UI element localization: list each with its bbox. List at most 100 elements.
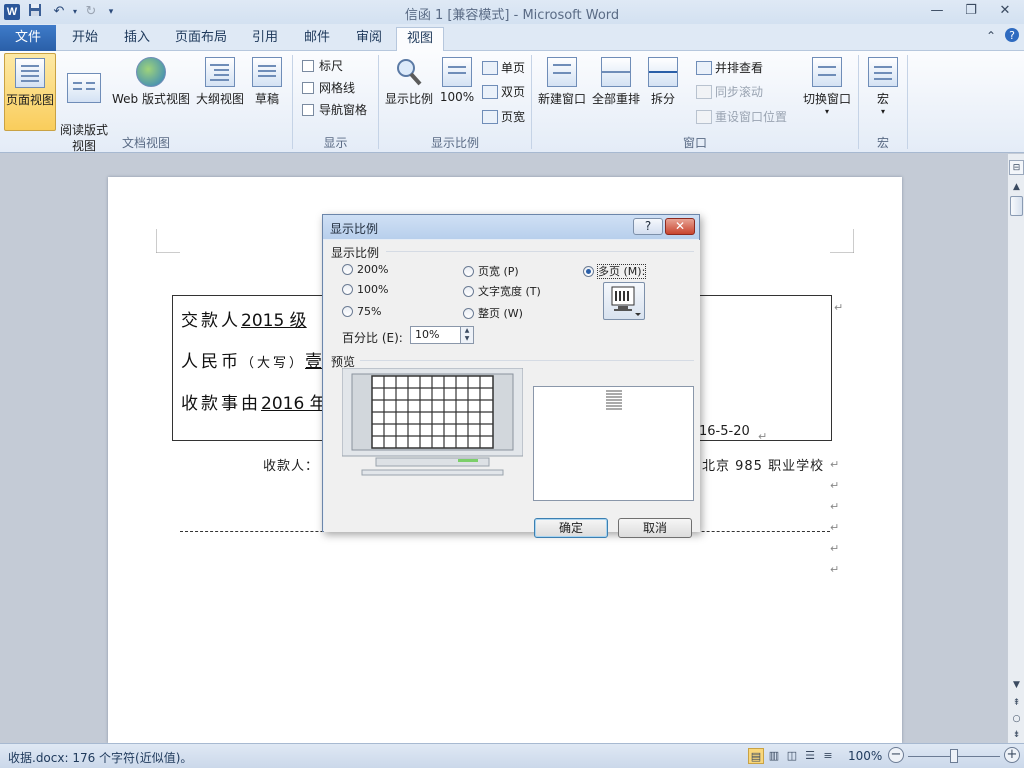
margin-corner-top-left xyxy=(156,229,180,253)
tab-file[interactable]: 文件 xyxy=(0,25,56,51)
tab-home[interactable]: 开始 xyxy=(62,27,108,51)
full-screen-reading-button[interactable]: 阅读版式 视图 xyxy=(58,53,110,153)
radio-page-width-button[interactable] xyxy=(463,266,474,277)
radio-100-button[interactable] xyxy=(342,284,353,295)
status-print-layout-icon[interactable]: ▤ xyxy=(748,748,764,764)
draft-button[interactable]: 草稿 xyxy=(248,53,286,131)
dialog-help-button[interactable]: ? xyxy=(633,218,663,235)
scroll-thumb[interactable] xyxy=(1010,196,1023,216)
browse-object-icon[interactable]: ○ xyxy=(1009,712,1024,727)
page-100-icon xyxy=(442,57,472,87)
scroll-up-icon[interactable]: ▲ xyxy=(1009,180,1024,195)
gridlines-label: 网格线 xyxy=(319,81,356,95)
outline-button[interactable]: 大纲视图 xyxy=(194,53,246,131)
previous-page-icon[interactable]: ⇞ xyxy=(1009,696,1024,711)
minimize-ribbon-icon[interactable]: ⌃ xyxy=(986,29,996,43)
ribbon-tab-bar: 文件 开始 插入 页面布局 引用 邮件 审阅 视图 ⌃ ? xyxy=(0,24,1024,52)
radio-many-pages[interactable]: 多页 (M): xyxy=(583,263,647,279)
zoom-dialog[interactable]: 显示比例 ? ✕ 显示比例 200% 100% 75% 页宽 (P) 文字宽度 … xyxy=(322,214,700,538)
help-icon[interactable]: ? xyxy=(1004,27,1020,46)
dialog-body: 显示比例 200% 100% 75% 页宽 (P) 文字宽度 (T) 整页 (W… xyxy=(324,240,700,538)
macros-button[interactable]: 宏 ▾ xyxy=(864,53,902,131)
paragraph-mark: ↵ xyxy=(830,458,840,471)
radio-75-button[interactable] xyxy=(342,306,353,317)
restore-button[interactable]: ❐ xyxy=(958,2,984,20)
tab-page-layout[interactable]: 页面布局 xyxy=(166,27,236,51)
radio-100[interactable]: 100% xyxy=(342,283,388,299)
amount-uppercase-hint: （大写） xyxy=(241,356,306,371)
group-divider xyxy=(386,251,694,252)
gridlines-check-box[interactable] xyxy=(302,82,314,94)
tab-view[interactable]: 视图 xyxy=(396,27,444,52)
paragraph-mark: ↵ xyxy=(758,430,768,443)
close-window-button[interactable]: ✕ xyxy=(992,2,1018,20)
radio-page-width-label: 页宽 (P) xyxy=(478,265,519,278)
two-pages-button[interactable]: 双页 xyxy=(482,83,525,105)
percent-spinner[interactable]: ▲ ▼ xyxy=(460,326,474,344)
ok-button[interactable]: 确定 xyxy=(534,518,608,538)
zoom-button[interactable]: 显示比例 xyxy=(382,53,436,131)
percent-input[interactable]: 10% xyxy=(410,326,462,344)
radio-whole-page-button[interactable] xyxy=(463,308,474,319)
paragraph-mark: ↵ xyxy=(830,521,840,534)
radio-text-width-label: 文字宽度 (T) xyxy=(478,285,541,298)
radio-page-width[interactable]: 页宽 (P) xyxy=(463,263,519,279)
group-label-window: 窗口 xyxy=(682,136,707,150)
radio-many-pages-button[interactable] xyxy=(583,266,594,277)
cancel-button[interactable]: 取消 xyxy=(618,518,692,538)
split-button[interactable]: 拆分 xyxy=(644,53,682,131)
percent-label: 百分比 (E): xyxy=(342,331,403,345)
dialog-close-button[interactable]: ✕ xyxy=(665,218,695,235)
tab-insert[interactable]: 插入 xyxy=(114,27,160,51)
tab-mailings[interactable]: 邮件 xyxy=(294,27,340,51)
radio-200[interactable]: 200% xyxy=(342,263,388,279)
radio-text-width-button[interactable] xyxy=(463,286,474,297)
switch-windows-button[interactable]: 切换窗口 ▾ xyxy=(800,53,854,131)
zoom-100-button[interactable]: 100% xyxy=(438,53,476,131)
page-width-button[interactable]: 页宽 xyxy=(482,108,525,130)
navigation-pane-checkbox[interactable]: 导航窗格 xyxy=(302,101,367,121)
sync-scroll-button[interactable]: 同步滚动 xyxy=(696,83,763,105)
radio-text-width[interactable]: 文字宽度 (T) xyxy=(463,283,541,299)
zoom-out-button[interactable]: − xyxy=(888,747,904,763)
vertical-scrollbar[interactable]: ⊟ ▲ ▼ ⇞ ○ ⇟ xyxy=(1007,154,1024,743)
radio-200-label: 200% xyxy=(357,263,389,276)
page-preview-pane xyxy=(533,386,694,501)
print-layout-button[interactable]: 页面视图 xyxy=(4,53,56,131)
zoom-level[interactable]: 100% xyxy=(848,749,882,763)
payer-value: 2015 级 xyxy=(241,311,307,331)
tab-review[interactable]: 审阅 xyxy=(346,27,392,51)
scroll-down-icon[interactable]: ▼ xyxy=(1009,678,1024,693)
ruler-check-box[interactable] xyxy=(302,60,314,72)
one-page-button[interactable]: 单页 xyxy=(482,59,525,81)
print-layout-icon xyxy=(15,58,45,88)
navigation-pane-check-box[interactable] xyxy=(302,104,314,116)
group-divider xyxy=(360,360,694,361)
status-draft-icon[interactable]: ≡ xyxy=(820,748,836,764)
status-outline-icon[interactable]: ☰ xyxy=(802,748,818,764)
new-window-button[interactable]: 新建窗口 xyxy=(536,53,588,131)
zoom-slider-thumb[interactable] xyxy=(950,749,958,763)
next-page-icon[interactable]: ⇟ xyxy=(1009,728,1024,743)
reason-line: 收款事由2016 年 xyxy=(181,389,327,414)
radio-75[interactable]: 75% xyxy=(342,305,381,321)
status-reading-view-icon[interactable]: ▥ xyxy=(766,748,782,764)
radio-whole-page[interactable]: 整页 (W) xyxy=(463,305,523,321)
ruler-checkbox[interactable]: 标尺 xyxy=(302,57,343,77)
tab-references[interactable]: 引用 xyxy=(242,27,288,51)
dialog-title-bar[interactable]: 显示比例 ? ✕ xyxy=(323,215,699,239)
many-pages-picker-button[interactable] xyxy=(603,282,645,320)
zoom-in-button[interactable]: + xyxy=(1004,747,1020,763)
view-side-by-side-button[interactable]: 并排查看 xyxy=(696,59,763,81)
character-count[interactable]: 收据.docx: 176 个字符(近似值)。 xyxy=(8,749,192,766)
status-web-layout-icon[interactable]: ◫ xyxy=(784,748,800,764)
minimize-button[interactable]: — xyxy=(924,2,950,20)
reset-window-position-button[interactable]: 重设窗口位置 xyxy=(696,108,787,130)
radio-200-button[interactable] xyxy=(342,264,353,275)
switch-windows-dropdown-icon: ▾ xyxy=(824,107,829,116)
web-layout-button[interactable]: Web 版式视图 xyxy=(112,53,190,131)
arrange-all-button[interactable]: 全部重排 xyxy=(590,53,642,131)
zoom-label: 显示比例 xyxy=(384,92,433,106)
gridlines-checkbox[interactable]: 网格线 xyxy=(302,79,355,99)
ruler-toggle-icon[interactable]: ⊟ xyxy=(1009,160,1024,175)
